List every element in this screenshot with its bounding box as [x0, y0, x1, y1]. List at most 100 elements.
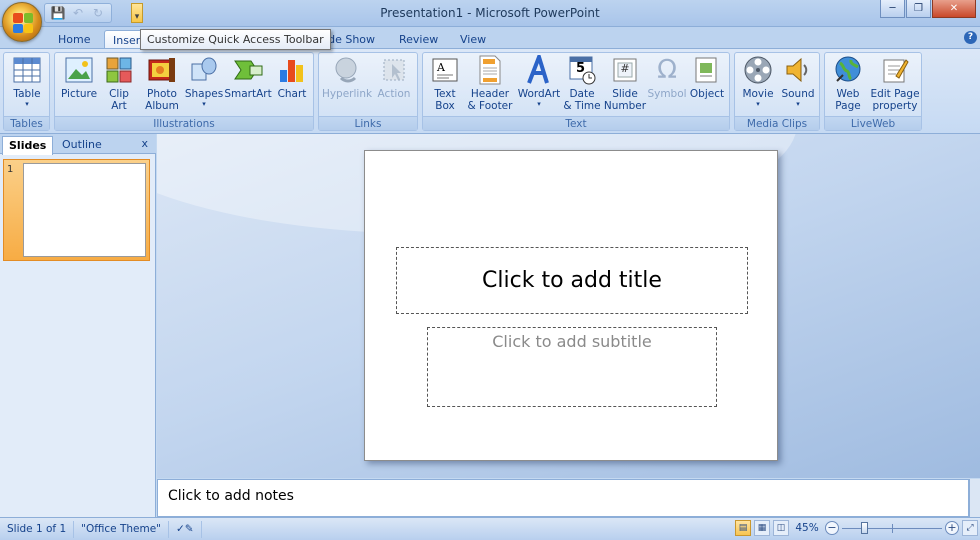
text-box-label-1: Text [434, 88, 456, 100]
office-logo-icon [13, 13, 33, 33]
close-pane-icon[interactable]: x [141, 137, 148, 150]
edit-page-label-1: Edit Page [870, 88, 920, 100]
wordart-button[interactable]: WordArt ▾ [516, 55, 562, 117]
text-box-button[interactable]: A Text Box [427, 55, 463, 117]
edit-page-property-button[interactable]: Edit Page property [868, 55, 922, 117]
slide-sorter-view-icon[interactable]: ▦ [754, 520, 770, 536]
minimize-icon: ─ [889, 3, 896, 14]
movie-button[interactable]: Movie ▾ [738, 55, 778, 117]
symbol-button[interactable]: Ω Symbol [646, 55, 688, 117]
tab-outline[interactable]: Outline [56, 136, 108, 155]
web-page-label-1: Web [836, 88, 860, 100]
photo-album-label-2: Album [145, 100, 179, 112]
zoom-slider-thumb[interactable] [860, 522, 868, 534]
title-placeholder[interactable]: Click to add title [396, 247, 748, 314]
calendar-digit: 5 [576, 61, 586, 76]
wordart-label: WordArt [517, 88, 561, 100]
zoom-level[interactable]: 45% [792, 522, 822, 534]
notes-scrollbar[interactable] [969, 479, 980, 517]
clip-art-button[interactable]: Clip Art [102, 55, 136, 117]
svg-text:A: A [436, 61, 446, 74]
web-page-button[interactable]: Web Page [828, 55, 868, 117]
group-label-tables: Tables [4, 116, 49, 130]
title-bar: 💾 ↶ ↻ ▾ Presentation1 - Microsoft PowerP… [0, 0, 980, 27]
chart-icon [277, 55, 307, 85]
date-time-label-2: & Time [563, 100, 601, 112]
slide-number-label-1: Slide [612, 88, 638, 100]
chevron-down-icon: ▾ [25, 100, 29, 108]
restore-icon: ❐ [914, 3, 923, 14]
slide-thumbnail-number: 1 [7, 164, 14, 175]
slide-number-button[interactable]: # Slide Number [604, 55, 646, 117]
window-controls: ─ ❐ ✕ [880, 0, 976, 18]
normal-view-icon[interactable]: ▤ [735, 520, 751, 536]
status-bar: Slide 1 of 1 "Office Theme" ✓✎ ▤ ▦ ◫ 45%… [0, 517, 980, 540]
slide-thumbnail-selected[interactable]: 1 [3, 159, 150, 261]
tab-review[interactable]: Review [391, 30, 446, 49]
chart-button[interactable]: Chart [273, 55, 311, 117]
zoom-in-icon[interactable]: + [945, 521, 959, 535]
smartart-button[interactable]: SmartArt [224, 55, 272, 117]
text-box-label-2: Box [435, 100, 455, 112]
ribbon: Table ▾ Tables Picture Clip Art Photo Al… [0, 48, 980, 134]
edit-page-label-2: property [872, 100, 918, 112]
chevron-down-icon: ▾ [796, 100, 800, 108]
header-footer-button[interactable]: Header & Footer [466, 55, 514, 117]
tab-slides[interactable]: Slides [2, 136, 54, 155]
hyperlink-button[interactable]: Hyperlink [322, 55, 372, 117]
tab-view[interactable]: View [452, 30, 494, 49]
chevron-down-icon: ▾ [202, 100, 206, 108]
slides-pane: Slides Outline x 1 [0, 134, 156, 517]
table-button[interactable]: Table ▾ [8, 55, 46, 117]
slide-editing-area: Click to add title Click to add subtitle [157, 134, 980, 478]
wordart-icon [524, 55, 554, 85]
tab-home[interactable]: Home [50, 30, 98, 49]
help-icon[interactable]: ? [964, 31, 977, 44]
minimize-button[interactable]: ─ [880, 0, 905, 18]
close-button[interactable]: ✕ [932, 0, 976, 18]
zoom-out-icon[interactable]: − [825, 521, 839, 535]
text-box-icon: A [430, 55, 460, 85]
view-zoom-controls: ▤ ▦ ◫ 45% − + ⤢ [735, 520, 978, 536]
clip-art-label-2: Art [111, 100, 127, 112]
object-icon [692, 55, 722, 85]
film-reel-icon [743, 55, 773, 85]
header-footer-icon [475, 55, 505, 85]
object-button[interactable]: Object [687, 55, 727, 117]
restore-button[interactable]: ❐ [906, 0, 931, 18]
slide-number-glyph: # [620, 62, 630, 75]
picture-button[interactable]: Picture [58, 55, 100, 117]
clip-art-label-1: Clip [109, 88, 129, 100]
spelling-check-icon[interactable]: ✓✎ [169, 520, 202, 538]
omega-icon: Ω [657, 55, 677, 85]
picture-label: Picture [60, 88, 98, 100]
group-label-liveweb: LiveWeb [825, 116, 921, 130]
date-time-button[interactable]: 5 Date & Time [562, 55, 602, 117]
edit-page-icon [880, 55, 910, 85]
slide-count: Slide 1 of 1 [0, 520, 75, 538]
header-footer-label-2: & Footer [467, 100, 513, 112]
slide-canvas[interactable]: Click to add title Click to add subtitle [364, 150, 778, 461]
photo-album-icon [147, 55, 177, 85]
shapes-icon [189, 55, 219, 85]
zoom-slider-center-tick [892, 524, 893, 533]
group-links: Hyperlink Action Links [318, 52, 418, 131]
slide-show-view-icon[interactable]: ◫ [773, 520, 789, 536]
close-icon: ✕ [949, 3, 959, 14]
photo-album-button[interactable]: Photo Album [138, 55, 186, 117]
smartart-label: SmartArt [224, 88, 272, 100]
sound-button[interactable]: Sound ▾ [778, 55, 818, 117]
hyperlink-label: Hyperlink [321, 88, 373, 100]
photo-album-label-1: Photo [147, 88, 177, 100]
office-button[interactable] [2, 2, 42, 42]
calendar-clock-icon: 5 [567, 55, 597, 85]
shapes-button[interactable]: Shapes ▾ [184, 55, 224, 117]
fit-to-window-icon[interactable]: ⤢ [962, 520, 978, 536]
slide-thumbnail[interactable] [23, 163, 146, 257]
object-label: Object [689, 88, 725, 100]
zoom-slider[interactable] [842, 521, 942, 535]
action-button[interactable]: Action [374, 55, 414, 117]
subtitle-placeholder[interactable]: Click to add subtitle [427, 327, 717, 407]
smartart-icon [233, 55, 263, 85]
notes-pane[interactable]: Click to add notes [157, 479, 969, 517]
